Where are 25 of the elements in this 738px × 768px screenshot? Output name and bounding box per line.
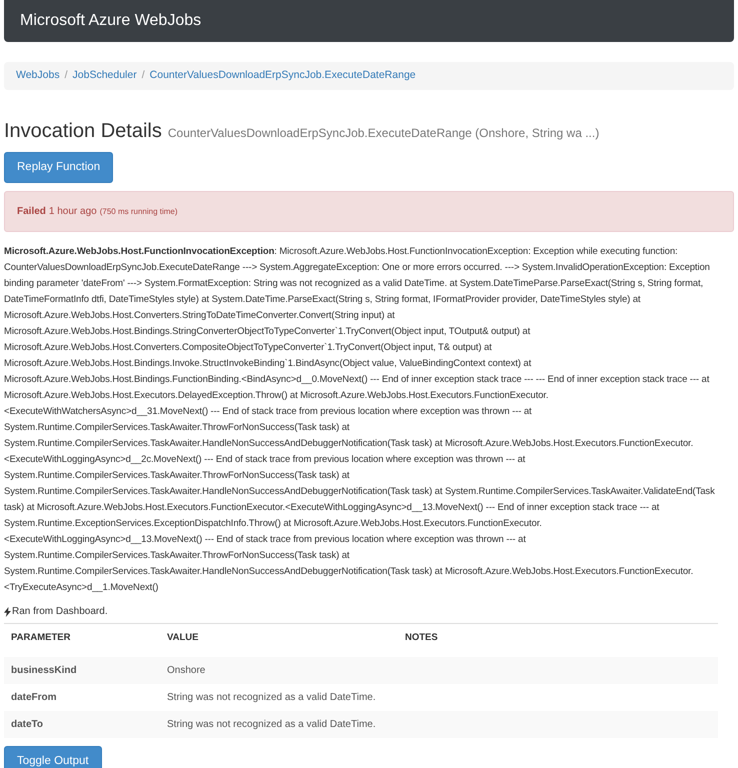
exception-message: Microsoft.Azure.WebJobs.Host.FunctionInvocationException: Microsoft.Azure.WebJobs.Host.FunctionInvocationException: Exception while executing function: CounterValuesDownloadErpSyncJob.ExecuteDateRange ---> System.AggregateException: One or more errors occurred. ---> System.InvalidOperationException: Exception binding parameter 'dateFrom' ---> System.FormatException: String was not recognized as a valid DateTime. at System.DateTimeParse.ParseExact(String s, String format, DateTimeFormatInfo dtfi, DateTimeStyles style) at System.DateTime.ParseExact(String s, String format, IFormatProvider provider, DateTimeStyles style) at Microsoft.Azure.WebJobs.Host.Converters.StringToDateTimeConverter.Convert(String input) at Microsoft.Azure.WebJobs.Host.Bindings.StringConverterObjectToTypeConverter`1.TryConvert(Object input, TOutput& output) at Microsoft.Azure.WebJobs.Host.Converters.CompositeObjectToTypeConverter`1.TryConvert(Object input, T& output) at Microsoft.Azure.WebJobs.Host.Bindings.Invoke.StructInvokeBinding`1.BindAsync(Object value, ValueBindingContext context) at Microsoft.Azure.WebJobs.Host.Bindings.FunctionBinding.<BindAsync>d__0.MoveNext() --- End of inner exception stack trace --- --- End of inner exception stack trace --- at Microsoft.Azure.WebJobs.Host.Executors.DelayedException.Throw() at Microsoft.Azure.WebJobs.Host.Executors.FunctionExecutor.<ExecuteWithWatchersAsync>d__31.MoveNext() --- End of stack trace from previous location where exception was thrown --- at System.Runtime.CompilerServices.TaskAwaiter.ThrowForNonSuccess(Task task) at System.Runtime.CompilerServices.TaskAwaiter.HandleNonSuccessAndDebuggerNotification(Task task) at Microsoft.Azure.WebJobs.Host.Executors.FunctionExecutor.<ExecuteWithLoggingAsync>d__2c.MoveNext() --- End of stack trace from previous location where exception was thrown --- at System.Runtime.CompilerServices.TaskAwaiter.ThrowForNonSuccess(Task task) at System.Runtime.CompilerServices.TaskAwaiter.HandleNonSuccessAndDebuggerNotification(Task task) at System.Runtime.CompilerServices.TaskAwaiter.ValidateEnd(Task task) at Microsoft.Azure.WebJobs.Host.Executors.FunctionExecutor.<ExecuteWithLoggingAsync>d__13.MoveNext() --- End of inner exception stack trace --- at System.Runtime.ExceptionServices.ExceptionDispatchInfo.Throw() at Microsoft.Azure.WebJobs.Host.Executors.FunctionExecutor.<ExecuteWithLoggingAsync>d__13.MoveNext() --- End of stack trace from previous location where exception was thrown --- at System.Runtime.CompilerServices.TaskAwaiter.ThrowForNonSuccess(Task task) at System.Runtime.CompilerServices.TaskAwaiter.HandleNonSuccessAndDebuggerNotification(Task task) at Microsoft.Azure.WebJobs.Host.Executors.FunctionExecutor.<TryExecuteAsync>d__1.MoveNext() (4, 245, 716, 595)
column-header: PARAMETER (4, 624, 160, 658)
trigger-note: Ran from Dashboard. (12, 605, 108, 619)
lightning-icon (4, 606, 11, 616)
replay-button[interactable]: Replay Function (4, 152, 114, 183)
table-cell: Onshore (160, 657, 398, 684)
breadcrumb-link[interactable]: JobScheduler (72, 68, 137, 84)
breadcrumb-separator: / (64, 68, 69, 83)
status-time: 1 hour ago (48, 205, 97, 219)
toggle-output-button[interactable]: Toggle Output (4, 746, 102, 768)
table-cell: String was not recognized as a valid DateTime. (160, 711, 398, 738)
table-cell: dateFrom (4, 684, 160, 712)
brand-title[interactable]: Microsoft Azure WebJobs (20, 9, 202, 33)
running-time: (750 ms running time) (100, 206, 178, 218)
breadcrumb-link[interactable]: WebJobs (16, 68, 60, 84)
table-cell: String was not recognized as a valid DateTime. (160, 684, 398, 712)
table-cell: businessKind (4, 657, 160, 684)
page-subtitle: CounterValuesDownloadErpSyncJob.ExecuteDateRange (Onshore, String wa ...) (168, 124, 600, 142)
page-title: Invocation Details (4, 118, 162, 144)
column-header: VALUE (160, 624, 398, 658)
column-header: NOTES (398, 624, 718, 658)
breadcrumb-separator: / (140, 68, 146, 83)
breadcrumb-link[interactable]: CounterValuesDownloadErpSyncJob.ExecuteDateRange (150, 68, 416, 84)
status-label: Failed (17, 205, 46, 219)
table-cell: dateTo (4, 711, 160, 738)
